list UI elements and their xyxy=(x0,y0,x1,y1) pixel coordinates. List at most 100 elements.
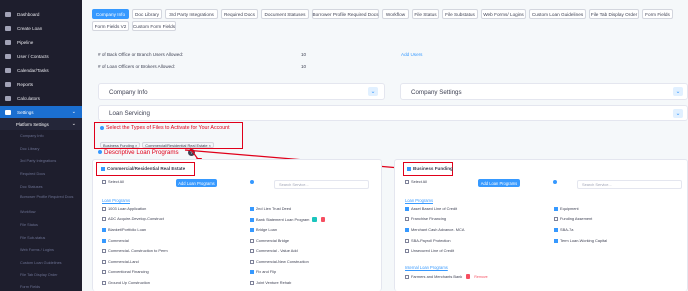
sidebar-sub-file-substatus[interactable]: File Sub-status xyxy=(20,236,45,240)
checkbox[interactable] xyxy=(250,269,254,274)
checkbox[interactable] xyxy=(405,206,409,211)
checkbox[interactable] xyxy=(102,259,106,264)
list-item[interactable]: Asset Based Line of Credit xyxy=(405,206,457,211)
checkbox[interactable] xyxy=(102,179,106,184)
sidebar-item-calendar[interactable]: Calendar/Tasks xyxy=(0,64,82,76)
list-item[interactable]: Joint Venture Rehab xyxy=(250,280,291,285)
gear-icon xyxy=(5,109,11,115)
search-service-input-right[interactable]: Search Service... xyxy=(577,180,682,189)
sidebar-item-dashboard[interactable]: Dashboard xyxy=(0,8,82,20)
checkbox[interactable] xyxy=(554,227,558,232)
sidebar-sub-tab-display-order[interactable]: File Tab Display Order xyxy=(20,273,58,277)
business-funding-title: Business Funding xyxy=(407,166,453,171)
sidebar-item-platform-settings[interactable]: Platform Settings ⌄ xyxy=(0,118,82,130)
checkbox[interactable] xyxy=(554,206,558,211)
list-item[interactable]: Blanket/Portfolio Loan xyxy=(102,227,146,232)
list-item[interactable]: Bank Statement Loan Program xyxy=(250,217,326,222)
checkbox[interactable] xyxy=(250,280,254,285)
list-item[interactable]: Conventional Financing xyxy=(102,269,149,274)
loan-programs-heading-left: Loan Programs xyxy=(102,198,130,203)
sidebar-item-calculators[interactable]: Calculators xyxy=(0,92,82,104)
list-item[interactable]: Funding Assement xyxy=(554,216,592,221)
checkbox[interactable] xyxy=(405,238,409,243)
add-loan-programs-button-left[interactable]: Add Loan Programs xyxy=(176,179,217,187)
checkbox[interactable] xyxy=(102,238,106,243)
list-item[interactable]: Commercial-Land xyxy=(102,259,139,264)
remove-link[interactable]: Remove xyxy=(474,275,487,279)
sidebar-sub-file-status[interactable]: File Status xyxy=(20,223,38,227)
list-item[interactable]: Ground Up Construction xyxy=(102,280,150,285)
list-item[interactable]: Bridge Loan xyxy=(250,227,277,232)
checkbox[interactable] xyxy=(250,227,254,232)
add-loan-programs-button-right[interactable]: Add Loan Programs xyxy=(478,179,520,187)
checkbox[interactable] xyxy=(102,248,106,253)
calculator-icon xyxy=(5,95,11,101)
list-item[interactable]: Fix and Flip xyxy=(250,269,276,274)
edit-icon[interactable] xyxy=(312,217,318,222)
select-all-left[interactable]: Select All xyxy=(102,179,124,184)
checkbox[interactable] xyxy=(250,238,254,243)
info-icon xyxy=(553,180,557,184)
list-item[interactable]: Unsecured Line of Credit xyxy=(405,248,454,253)
checkbox[interactable] xyxy=(250,259,254,264)
sidebar-sub-integrations[interactable]: 3rd Party Integrations xyxy=(20,159,56,163)
select-all-right[interactable]: Select All xyxy=(405,179,427,184)
checkbox[interactable] xyxy=(250,248,254,253)
checkbox[interactable] xyxy=(102,206,106,211)
sidebar-item-create-loan[interactable]: Create Loan xyxy=(0,22,82,34)
checkbox[interactable] xyxy=(102,269,106,274)
checkbox[interactable] xyxy=(405,179,409,184)
sidebar-sub-form-fields[interactable]: Form Fields xyxy=(20,285,40,289)
checkbox[interactable] xyxy=(554,238,558,243)
sidebar-item-settings[interactable]: Settings ⌄ xyxy=(0,106,82,118)
list-item[interactable]: Farmers and Merchants Bank Remove xyxy=(405,274,488,279)
sidebar-sub-borrower-docs[interactable]: Borrower Profile Required Docs xyxy=(20,195,76,200)
sidebar-sub-web-forms[interactable]: Web Forms / Logins xyxy=(20,248,54,252)
list-item[interactable]: SBA-7a xyxy=(554,227,573,232)
sidebar-sub-workflow[interactable]: Workflow xyxy=(20,210,36,214)
sidebar-sub-required-docs[interactable]: Required Docs xyxy=(20,172,45,176)
checkbox[interactable] xyxy=(405,227,409,232)
sidebar-item-users[interactable]: User / Contacts xyxy=(0,50,82,62)
list-item[interactable]: Equipment xyxy=(554,206,579,211)
home-icon xyxy=(5,11,11,17)
users-icon xyxy=(5,53,11,59)
checkbox[interactable] xyxy=(407,166,411,171)
loan-programs-heading-right: Loan Programs xyxy=(405,198,433,203)
list-item[interactable]: SBA-Payroll Protection xyxy=(405,238,451,243)
checkbox[interactable] xyxy=(250,217,254,222)
info-icon xyxy=(250,180,254,184)
list-item[interactable]: Term Loan-Working Capital xyxy=(554,238,607,243)
list-item[interactable]: Commercial Bridge xyxy=(250,238,289,243)
list-item[interactable]: Commercial xyxy=(102,238,129,243)
sidebar-item-reports[interactable]: Reports xyxy=(0,78,82,90)
checkbox[interactable] xyxy=(102,227,106,232)
trash-icon[interactable] xyxy=(466,274,471,279)
checkbox[interactable] xyxy=(102,280,106,285)
list-item[interactable]: Commercial - Value Add xyxy=(250,248,298,253)
sidebar-sub-doc-statuses[interactable]: Doc Statuses xyxy=(20,185,43,189)
sidebar-sub-company-info[interactable]: Company Info xyxy=(20,134,44,138)
list-item[interactable]: 1003 Loan Application xyxy=(102,206,146,211)
checkbox[interactable] xyxy=(101,166,105,171)
chevron-down-icon: ⌄ xyxy=(71,109,76,115)
list-item[interactable]: Commercial- Construction to Perm xyxy=(102,248,168,253)
checkbox[interactable] xyxy=(405,248,409,253)
sidebar-sub-doc-library[interactable]: Doc Library xyxy=(20,147,39,151)
checkbox[interactable] xyxy=(554,216,558,221)
sidebar-item-pipeline[interactable]: Pipeline xyxy=(0,36,82,48)
list-item[interactable]: Merchant Cash Advance- MCA xyxy=(405,227,464,232)
list-item[interactable]: 2nd Lien Trust Deed xyxy=(250,206,291,211)
checkbox[interactable] xyxy=(250,206,254,211)
list-item[interactable]: Franchise Financing xyxy=(405,216,446,221)
checkbox[interactable] xyxy=(102,216,106,221)
checkbox[interactable] xyxy=(405,216,409,221)
trash-icon[interactable] xyxy=(321,217,326,222)
list-item[interactable]: ADC Acquire-Develop-Construct xyxy=(102,216,164,221)
sidebar-sub-loan-guidelines[interactable]: Custom Loan Guidelines xyxy=(20,261,62,265)
file-plus-icon xyxy=(5,25,11,31)
commercial-title: Commercial/Residential Real Estate xyxy=(101,166,185,171)
list-item[interactable]: Commercial-New Construction xyxy=(250,259,309,264)
checkbox[interactable] xyxy=(405,274,409,279)
search-service-input-left[interactable]: Search Service... xyxy=(274,180,369,189)
